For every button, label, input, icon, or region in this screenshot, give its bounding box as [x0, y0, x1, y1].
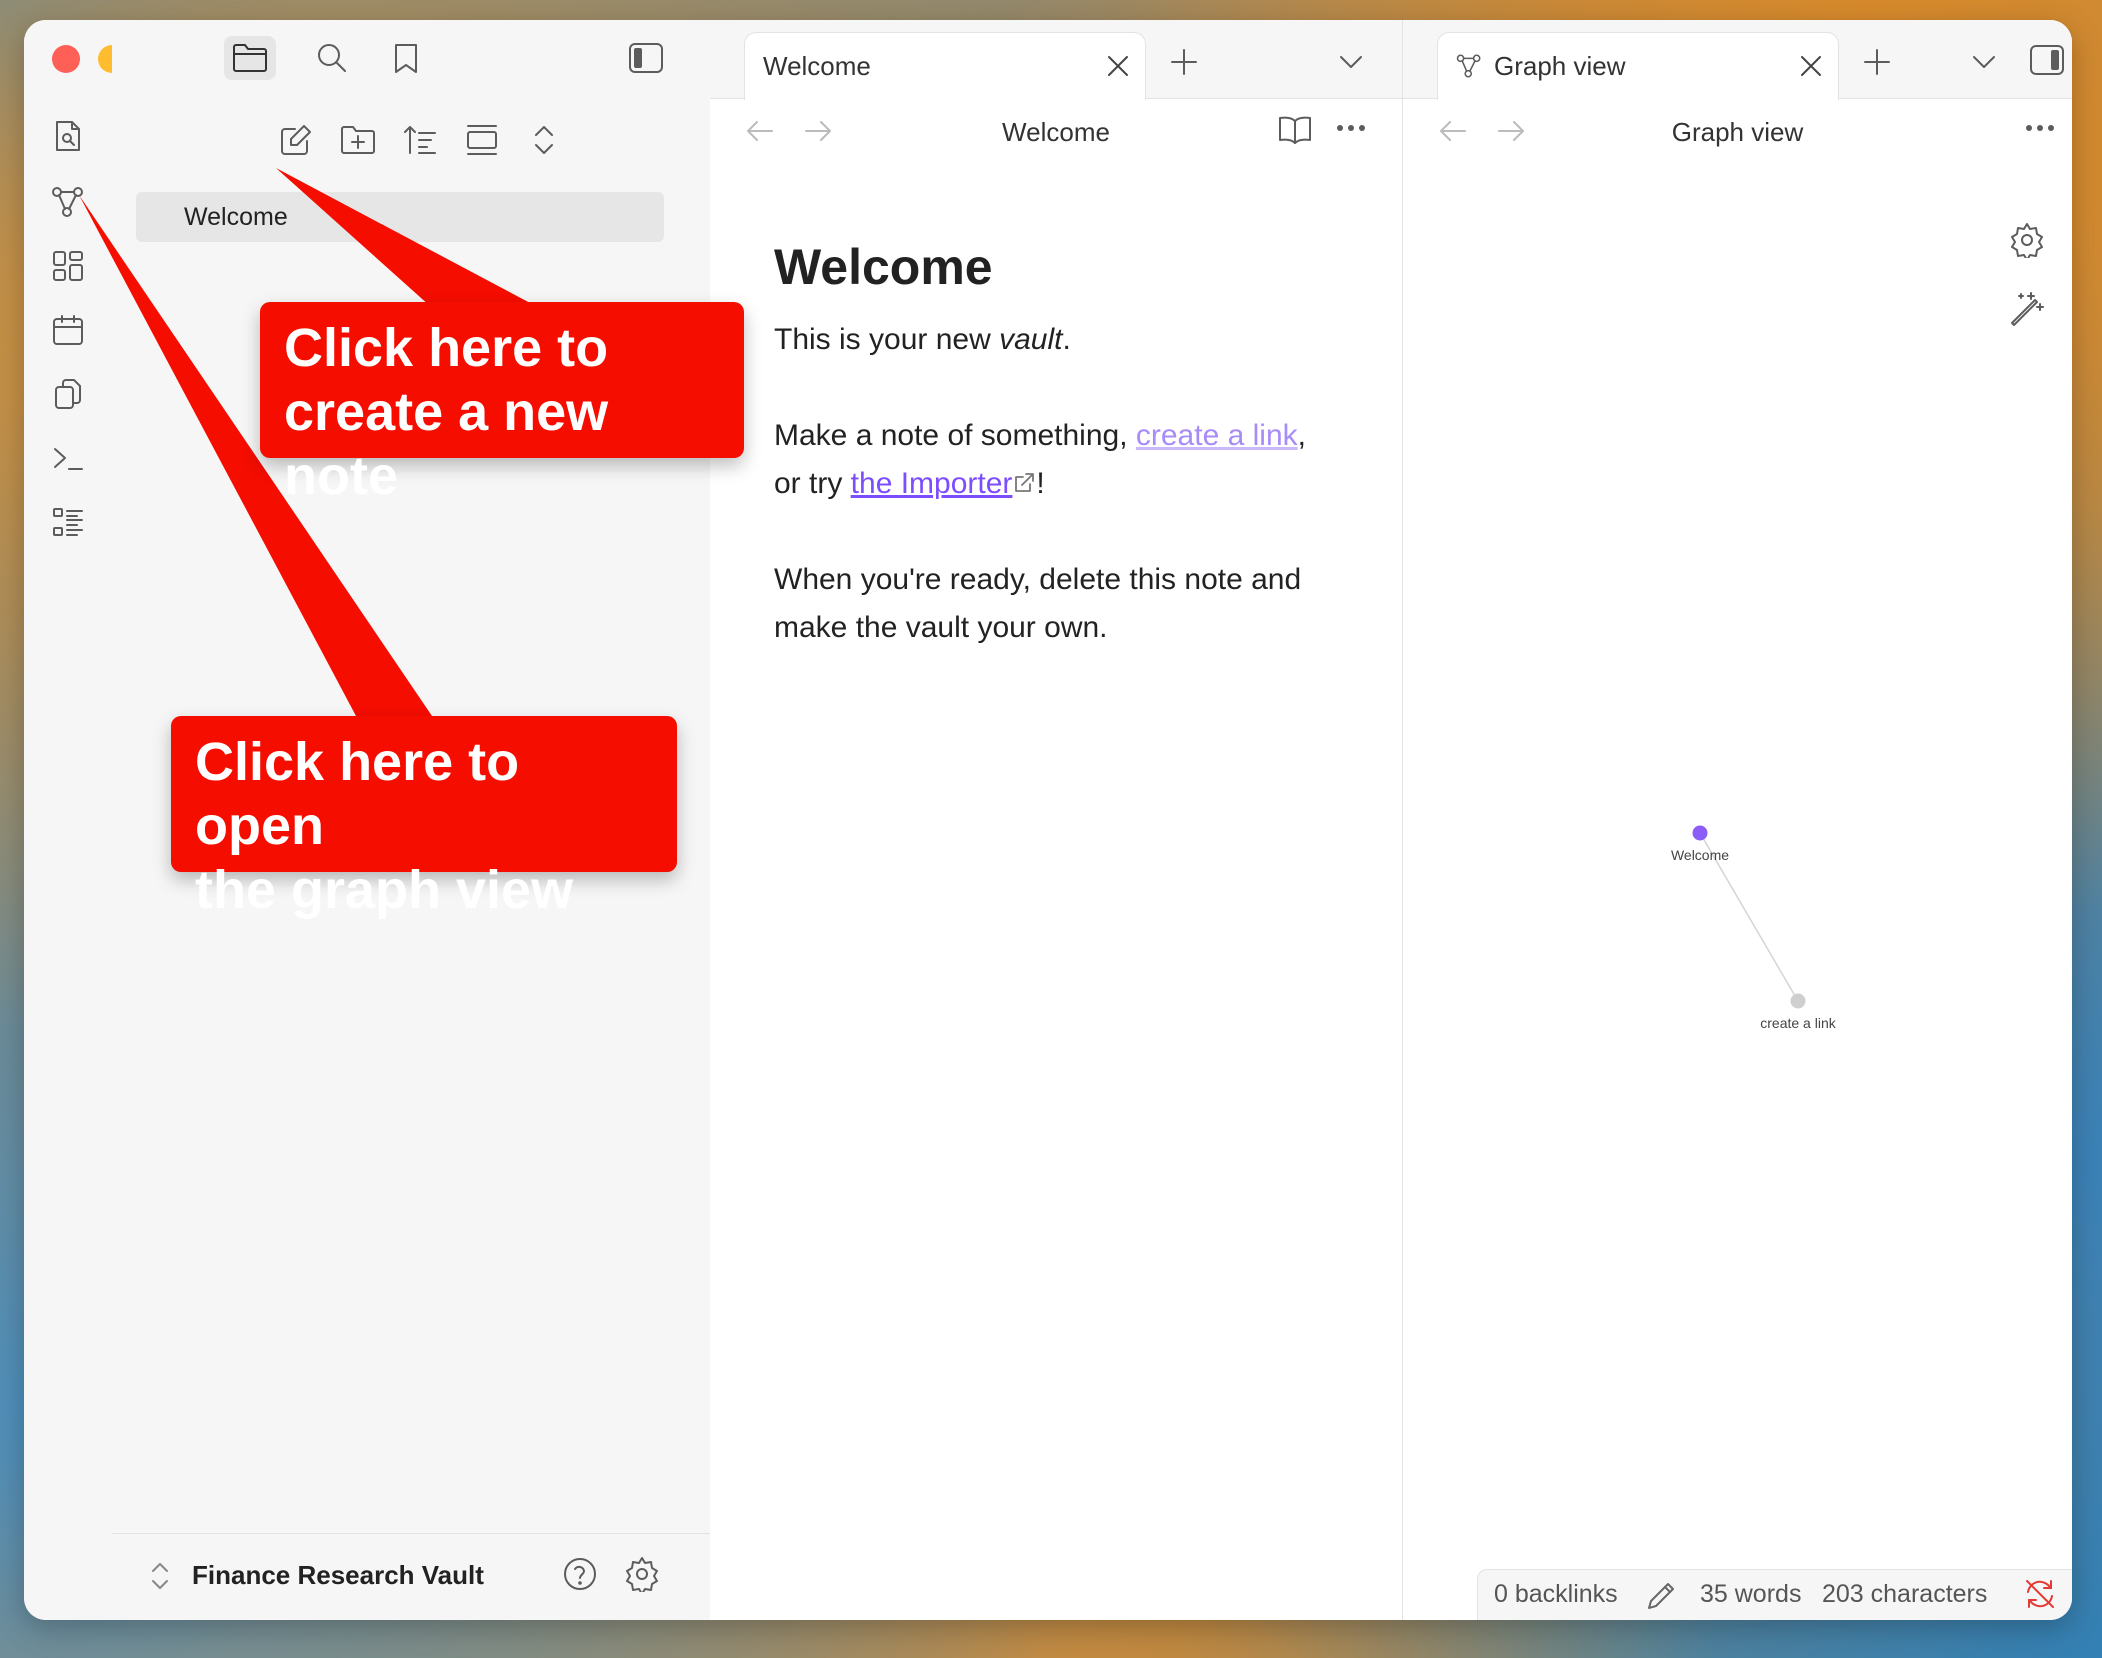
callout-text: create a new note	[284, 382, 609, 506]
callout-text: Click here to open	[195, 732, 520, 856]
callout-graph-view: Click here to open the graph view	[171, 716, 677, 920]
callout-text: Click here to	[284, 318, 609, 378]
arrow-to-new-note	[276, 168, 532, 306]
callout-text: the graph view	[195, 860, 574, 920]
callout-new-note: Click here to create a new note	[260, 302, 744, 506]
